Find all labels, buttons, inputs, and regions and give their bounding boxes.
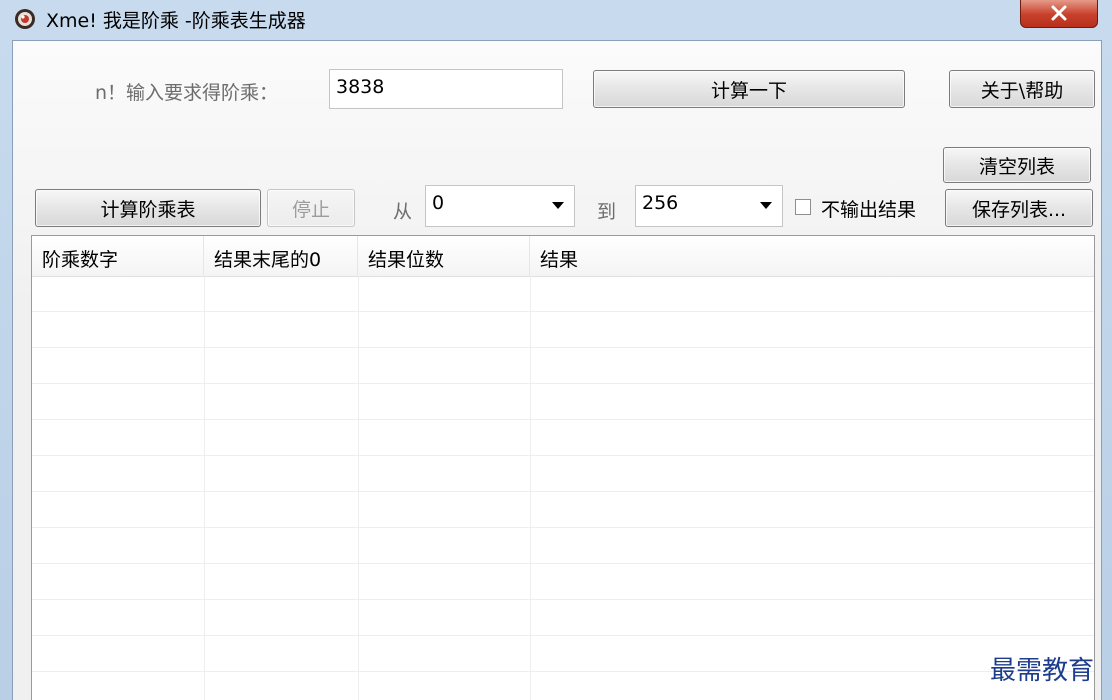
chevron-down-icon — [760, 202, 772, 209]
calculate-table-button[interactable]: 计算阶乘表 — [35, 189, 261, 227]
no-output-label: 不输出结果 — [821, 199, 917, 221]
list-row — [32, 492, 1094, 528]
to-label: 到 — [597, 201, 617, 223]
to-value: 256 — [642, 192, 679, 214]
title-bar[interactable]: Xme! 我是阶乘 -阶乘表生成器 — [0, 0, 1112, 38]
client-area: n！输入要求得阶乘： 3838 计算一下 关于\帮助 清空列表 计算阶乘表 停止… — [12, 40, 1102, 700]
list-row — [32, 528, 1094, 564]
column-header-digits[interactable]: 结果位数 — [358, 236, 530, 276]
no-output-checkbox[interactable] — [795, 199, 811, 215]
stop-button[interactable]: 停止 — [267, 189, 355, 227]
factorial-list[interactable]: 阶乘数字 结果末尾的0 结果位数 结果 — [31, 235, 1095, 700]
list-row — [32, 456, 1094, 492]
app-logo-icon — [15, 9, 35, 29]
list-row — [32, 672, 1094, 700]
column-header-result[interactable]: 结果 — [530, 236, 1094, 276]
list-row — [32, 276, 1094, 312]
about-help-button[interactable]: 关于\帮助 — [949, 70, 1095, 108]
close-icon — [1051, 5, 1067, 21]
list-row — [32, 636, 1094, 672]
list-row — [32, 564, 1094, 600]
calculate-button[interactable]: 计算一下 — [593, 70, 905, 108]
watermark: 最需教育 — [990, 656, 1095, 686]
factorial-input[interactable]: 3838 — [329, 69, 563, 109]
from-label: 从 — [393, 201, 413, 223]
list-row — [32, 348, 1094, 384]
window-title: Xme! 我是阶乘 -阶乘表生成器 — [46, 10, 306, 32]
list-row — [32, 384, 1094, 420]
list-rows — [32, 276, 1094, 700]
clear-list-button[interactable]: 清空列表 — [943, 147, 1091, 183]
save-list-button[interactable]: 保存列表... — [945, 189, 1093, 227]
to-select[interactable]: 256 — [635, 185, 783, 227]
list-header: 阶乘数字 结果末尾的0 结果位数 结果 — [32, 236, 1094, 277]
list-row — [32, 312, 1094, 348]
list-row — [32, 600, 1094, 636]
from-value: 0 — [432, 192, 445, 214]
column-header-number[interactable]: 阶乘数字 — [32, 236, 204, 276]
chevron-down-icon — [552, 202, 564, 209]
close-button[interactable] — [1020, 0, 1098, 28]
from-select[interactable]: 0 — [425, 185, 575, 227]
factorial-input-label: n！输入要求得阶乘： — [95, 82, 279, 104]
list-row — [32, 420, 1094, 456]
column-header-trailing-zeros[interactable]: 结果末尾的0 — [204, 236, 358, 276]
app-window: Xme! 我是阶乘 -阶乘表生成器 n！输入要求得阶乘： 3838 计算一下 关… — [0, 0, 1112, 700]
